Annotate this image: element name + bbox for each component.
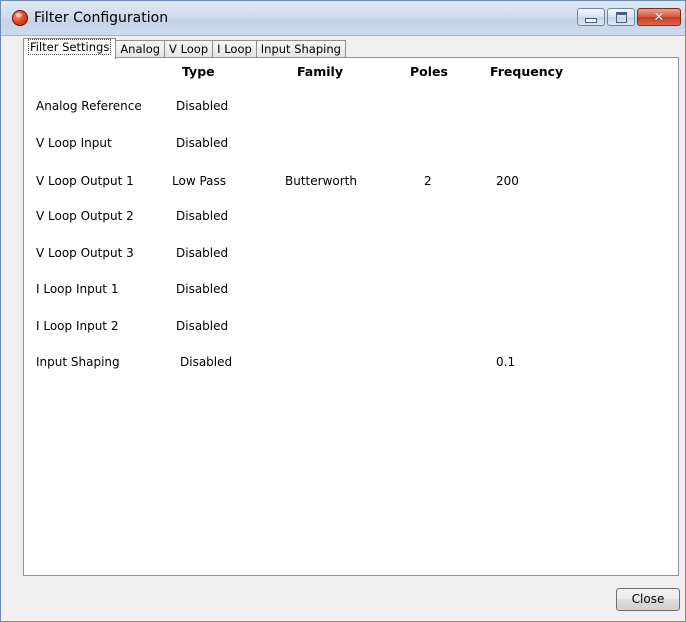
row-poles: 2 (424, 174, 432, 188)
row-type: Disabled (176, 136, 229, 150)
row-name: V Loop Output 1 (36, 174, 134, 188)
maximize-button[interactable] (607, 8, 635, 26)
maximize-icon (615, 11, 627, 23)
tab-filter-settings[interactable]: Filter Settings (23, 38, 117, 59)
header-poles: Poles (410, 64, 448, 79)
window-close-button[interactable]: ✕ (637, 8, 681, 26)
header-type: Type (182, 64, 215, 79)
title-bar[interactable]: Filter Configuration ✕ (1, 1, 685, 36)
row-name: V Loop Output 2 (36, 209, 134, 223)
row-name: I Loop Input 2 (36, 319, 119, 333)
tab-v-loop[interactable]: V Loop (164, 40, 214, 58)
header-family: Family (297, 64, 343, 79)
row-name: V Loop Output 3 (36, 246, 134, 260)
row-type: Disabled (176, 282, 229, 296)
row-type: Low Pass (172, 174, 226, 188)
row-name: V Loop Input (36, 136, 112, 150)
window-title: Filter Configuration (34, 10, 169, 26)
row-type: Disabled (176, 319, 229, 333)
tab-strip: Filter Settings Analog V Loop I Loop Inp… (23, 38, 346, 59)
row-frequency: 0.1 (496, 355, 516, 369)
row-family: Butterworth (285, 174, 357, 188)
row-type: Disabled (180, 355, 233, 369)
row-name: I Loop Input 1 (36, 282, 119, 296)
row-type: Disabled (176, 99, 229, 113)
minimize-icon (585, 17, 597, 23)
row-name: Analog Reference (36, 99, 142, 113)
row-type: Disabled (176, 209, 229, 223)
tab-i-loop[interactable]: I Loop (212, 40, 257, 58)
close-icon: ✕ (653, 9, 665, 25)
app-icon (12, 10, 28, 26)
row-name: Input Shaping (36, 355, 120, 369)
row-type: Disabled (176, 246, 229, 260)
minimize-button[interactable] (577, 8, 605, 26)
filter-configuration-window: Filter Configuration ✕ Filter Settings A… (0, 0, 686, 622)
row-frequency: 200 (496, 174, 519, 188)
tab-input-shaping[interactable]: Input Shaping (255, 40, 346, 58)
filter-settings-panel (23, 57, 679, 576)
close-button[interactable]: Close (616, 588, 680, 611)
tab-analog[interactable]: Analog (115, 40, 166, 58)
header-frequency: Frequency (490, 64, 564, 79)
window-controls: ✕ (575, 8, 681, 28)
